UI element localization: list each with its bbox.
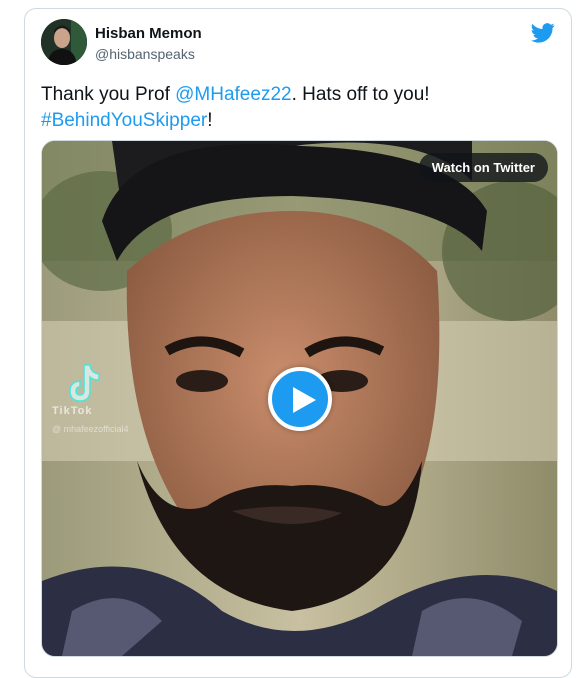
twitter-bird-icon[interactable] — [531, 23, 555, 43]
play-button[interactable] — [268, 367, 332, 431]
mention-link[interactable]: @MHafeez22 — [175, 84, 291, 105]
user-handle[interactable]: @hisbanspeaks — [95, 46, 195, 62]
display-name[interactable]: Hisban Memon — [95, 25, 202, 42]
watch-on-twitter-button[interactable]: Watch on Twitter — [418, 153, 548, 182]
tweet-card[interactable]: Hisban Memon @hisbanspeaks Thank you Pro… — [24, 8, 572, 678]
tweet-text-prefix: Thank you Prof — [41, 84, 176, 105]
tweet-text-middle: . Hats off to you! — [291, 84, 430, 105]
avatar[interactable] — [41, 19, 87, 65]
tweet-text-suffix: ! — [207, 110, 213, 131]
video-player[interactable]: TikTok @ mhafeezofficial4 Watch on Twitt… — [41, 140, 558, 657]
tweet-text: Thank you Prof @MHafeez22. Hats off to y… — [41, 82, 551, 134]
hashtag-link[interactable]: #BehindYouSkipper — [41, 110, 207, 131]
tiktok-logo-icon — [69, 364, 100, 402]
tiktok-watermark: TikTok — [52, 405, 93, 417]
tiktok-username: @ mhafeezofficial4 — [52, 424, 129, 434]
play-icon — [293, 387, 316, 413]
